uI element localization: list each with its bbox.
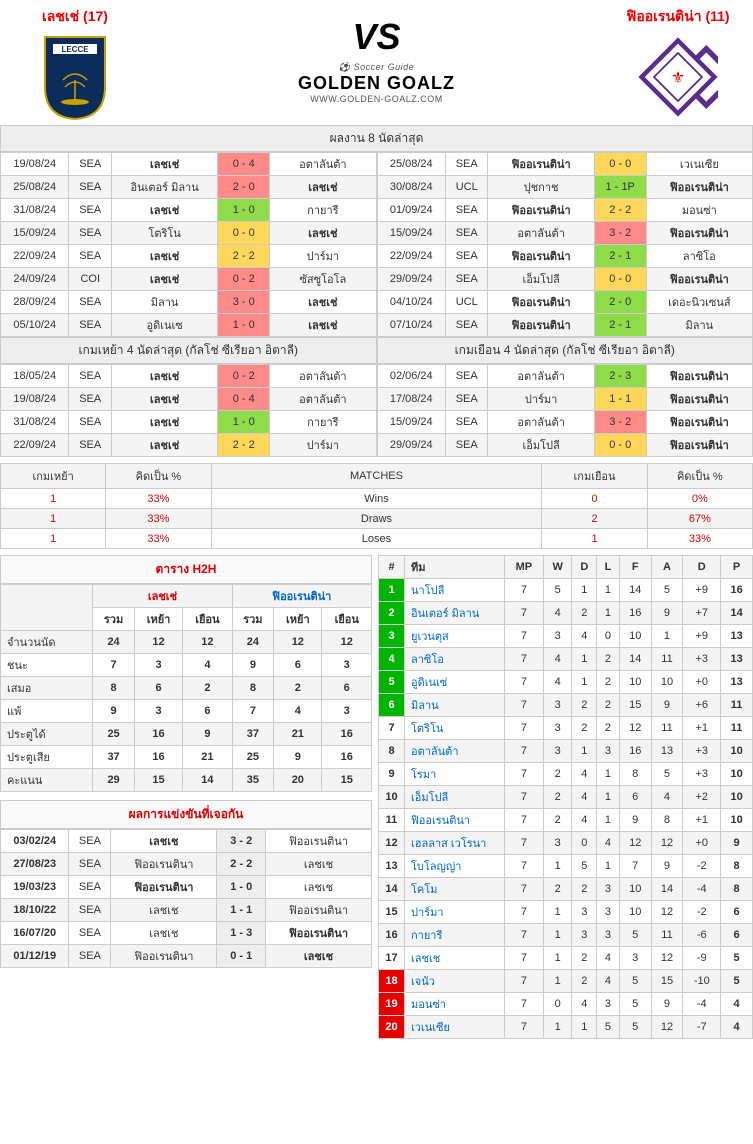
table-summary: เกมเหย้า คิดเป็น % MATCHES เกมเยือน คิดเ… — [0, 463, 753, 549]
away-team-logo: ⚜ — [638, 32, 718, 122]
section-h2h: ตาราง H2H — [0, 555, 372, 584]
table-last8-away: 25/08/24SEAฟิออเรนติน่า0 - 0เวเนเซีย30/0… — [377, 152, 753, 337]
table-home4: 18/05/24SEAเลชเช่0 - 2อตาลันต้า19/08/24S… — [0, 364, 377, 457]
table-meetings: 03/02/24SEAเลชเช3 - 2ฟิออเรนตินา27/08/23… — [0, 829, 372, 968]
table-h2h: เลชเช่ฟิออเรนติน่ารวมเหย้าเยือนรวมเหย้าเ… — [0, 584, 372, 792]
svg-text:LECCE: LECCE — [61, 45, 89, 54]
vs-label: VS — [150, 16, 603, 58]
table-last8-home: 19/08/24SEAเลชเช่0 - 4อตาลันต้า25/08/24S… — [0, 152, 377, 337]
svg-text:⚜: ⚜ — [671, 70, 685, 87]
section-home4: เกมเหย้า 4 นัดล่าสุด (กัลโช่ ซีเรียอา อิ… — [0, 337, 377, 364]
home-team-name: เลชเช่ (17) — [0, 6, 150, 28]
section-meetings: ผลการแข่งขันที่เจอกัน — [0, 800, 372, 829]
section-last8: ผลงาน 8 นัดล่าสุด — [0, 125, 753, 152]
table-away4: 02/06/24SEAอตาลันต้า2 - 3ฟิออเรนติน่า17/… — [377, 364, 753, 457]
brand-logo: ⚽ Soccer Guide GOLDEN GOALZ WWW.GOLDEN-G… — [150, 62, 603, 104]
table-league: #ทีมMPWDLFADP1นาโปลี7511145+9162อินเตอร์… — [378, 555, 753, 1039]
section-away4: เกมเยือน 4 นัดล่าสุด (กัลโช่ ซีเรียอา อิ… — [377, 337, 753, 364]
away-team-name: ฟิออเรนติน่า (11) — [603, 6, 753, 28]
home-team-logo: LECCE — [35, 32, 115, 122]
